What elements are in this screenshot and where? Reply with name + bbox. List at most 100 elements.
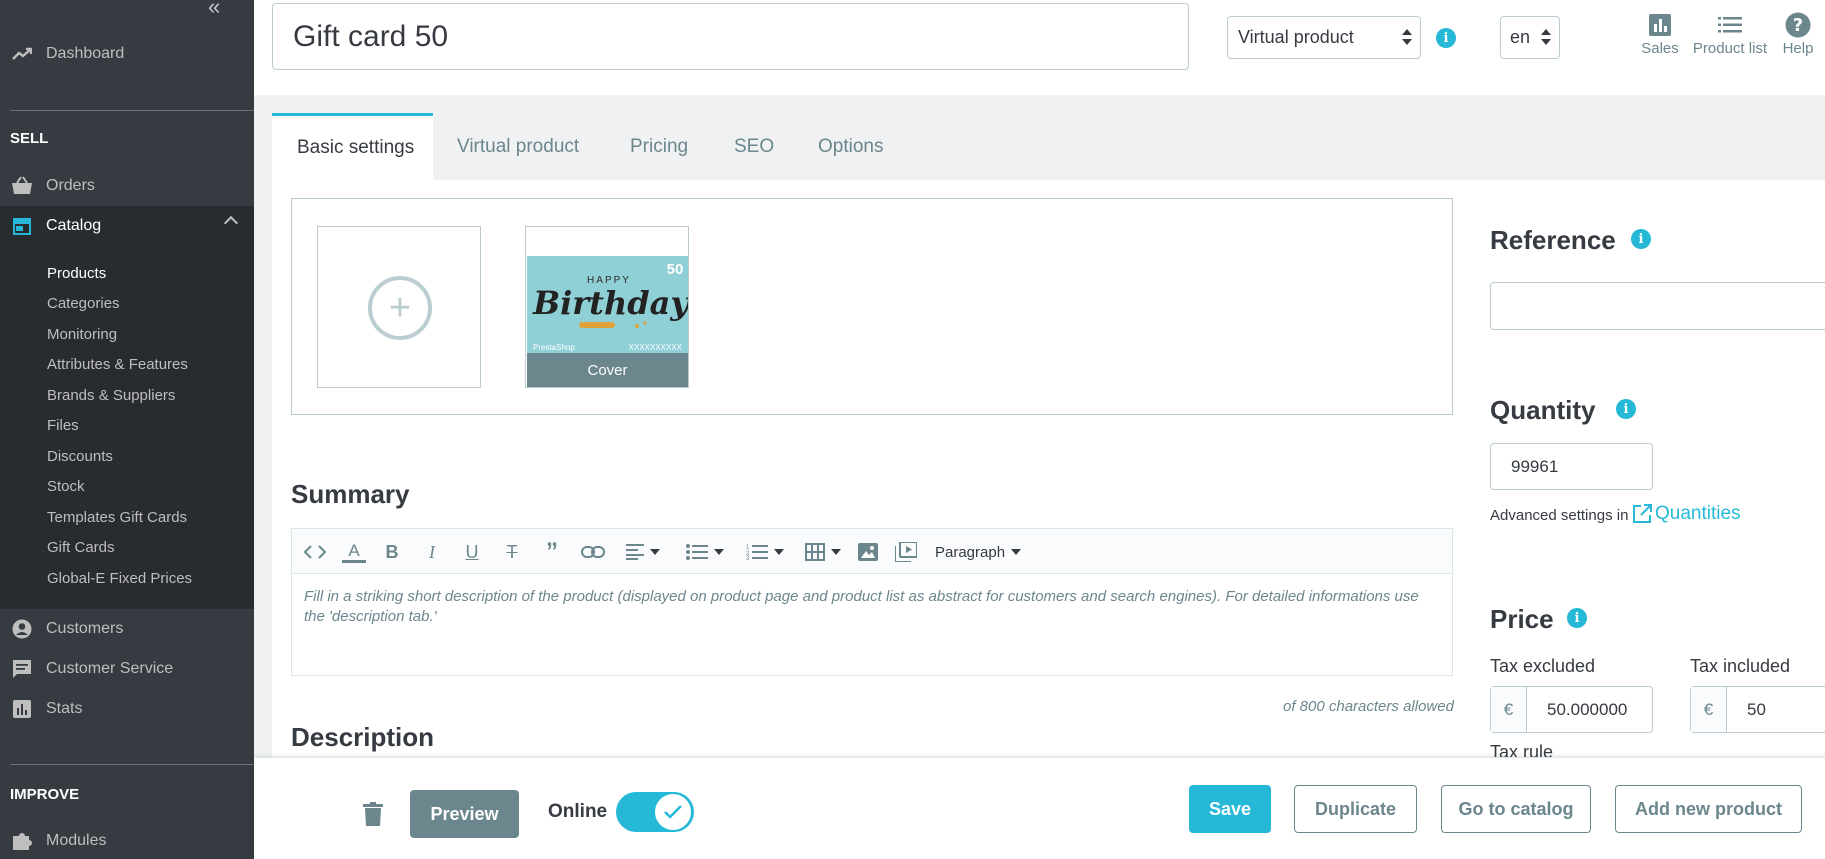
online-toggle[interactable] (616, 792, 694, 832)
submenu-attributes[interactable]: Attributes & Features (47, 356, 188, 373)
sidebar-item-customers[interactable]: Customers (0, 609, 254, 649)
submenu-global-e-prices[interactable]: Global-E Fixed Prices (47, 570, 192, 587)
format-value: Paragraph (935, 543, 1006, 561)
language-select[interactable]: en (1500, 16, 1560, 59)
language-value: en (1510, 27, 1531, 47)
submenu-brands[interactable]: Brands & Suppliers (47, 387, 175, 404)
card-code: XXXXXXXXXX (629, 343, 683, 352)
delete-icon[interactable] (363, 802, 383, 831)
add-image-button[interactable]: + (317, 226, 481, 388)
char-count: of 800 characters allowed (1283, 698, 1454, 715)
submenu-gift-cards[interactable]: Gift Cards (47, 539, 115, 556)
sidebar-item-modules[interactable]: Modules (0, 821, 254, 859)
quantity-title: Quantity (1490, 395, 1596, 425)
product-name-input[interactable]: Gift card 50 (272, 3, 1189, 70)
video-icon[interactable] (895, 541, 917, 563)
strikethrough-icon[interactable]: T (502, 541, 522, 563)
submenu-templates-gift-cards[interactable]: Templates Gift Cards (47, 509, 187, 526)
card-birthday: Birthday (532, 284, 688, 322)
improve-heading: IMPROVE (10, 786, 80, 803)
sidebar-item-stats[interactable]: Stats (0, 689, 254, 729)
card-value: 50 (667, 261, 684, 278)
submenu-discounts[interactable]: Discounts (47, 448, 113, 465)
summary-editor[interactable]: A B I U T ” 123 Paragraph Fill in a stri… (291, 528, 1453, 676)
cover-image[interactable]: 50 HAPPY Birthday PrestaShop XXXXXXXXXX … (525, 226, 689, 388)
sidebar-item-dashboard[interactable]: Dashboard (0, 34, 254, 74)
underline-icon[interactable]: U (462, 541, 482, 563)
sidebar-divider (10, 110, 254, 111)
quote-icon[interactable]: ” (542, 538, 562, 565)
tab-seo[interactable]: SEO (734, 113, 774, 180)
reference-title: Reference (1490, 225, 1616, 255)
table-icon[interactable] (803, 541, 843, 563)
image-icon[interactable] (857, 541, 879, 563)
submenu-products[interactable]: Products (47, 265, 106, 282)
price-tax-included-input[interactable]: € 50 (1690, 686, 1825, 733)
help-label: Help (1782, 40, 1814, 57)
paragraph-format-select[interactable]: Paragraph (935, 541, 1022, 563)
preview-button[interactable]: Preview (410, 790, 519, 838)
bullet-list-icon[interactable] (683, 541, 727, 563)
sidebar-item-label: Customers (46, 620, 124, 637)
submenu-stock[interactable]: Stock (47, 478, 85, 495)
cover-label: Cover (527, 353, 688, 387)
sidebar-item-label: Stats (46, 700, 83, 717)
sidebar-item-label: Dashboard (46, 45, 125, 62)
tab-pricing[interactable]: Pricing (630, 113, 688, 180)
sidebar-item-catalog[interactable]: Catalog (0, 206, 254, 246)
price-tax-included-value: 50 (1747, 699, 1766, 719)
info-icon[interactable]: i (1631, 229, 1651, 249)
catalog-submenu: Products Categories Monitoring Attribute… (0, 246, 254, 609)
description-title: Description (291, 722, 435, 752)
online-label: Online (548, 801, 608, 822)
quantities-link[interactable]: Quantities (1632, 503, 1741, 525)
text-color-icon[interactable]: A (342, 541, 366, 563)
editor-toolbar: A B I U T ” 123 Paragraph (292, 529, 1452, 574)
tab-virtual-product[interactable]: Virtual product (457, 113, 579, 180)
basket-icon (10, 174, 34, 198)
tab-basic-settings[interactable]: Basic settings (272, 113, 433, 180)
collapse-sidebar-icon[interactable]: « (208, 0, 220, 20)
bold-icon[interactable]: B (382, 541, 402, 563)
price-title: Price (1490, 604, 1554, 634)
advanced-settings-text: Advanced settings in (1490, 507, 1629, 524)
sidebar-item-orders[interactable]: Orders (0, 166, 254, 206)
add-new-product-button[interactable]: Add new product (1615, 785, 1802, 833)
tax-excluded-label: Tax excluded (1490, 656, 1596, 676)
tab-options[interactable]: Options (818, 113, 883, 180)
help-button[interactable]: ? Help (1778, 10, 1818, 57)
submenu-files[interactable]: Files (47, 417, 79, 434)
reference-input[interactable] (1490, 282, 1825, 330)
euro-addon: € (1691, 687, 1727, 732)
store-icon (10, 214, 34, 238)
sidebar-item-label: Customer Service (46, 660, 174, 677)
sidebar-item-customer-service[interactable]: Customer Service (0, 649, 254, 689)
submenu-monitoring[interactable]: Monitoring (47, 326, 117, 343)
info-icon[interactable]: i (1567, 608, 1587, 628)
code-view-icon[interactable] (304, 541, 326, 563)
italic-icon[interactable]: I (422, 541, 442, 563)
quantities-link-label: Quantities (1655, 503, 1741, 524)
help-icon: ? (1778, 10, 1818, 40)
svg-text:3: 3 (746, 556, 750, 560)
info-icon[interactable]: i (1616, 399, 1636, 419)
bar-chart-icon (1637, 10, 1683, 40)
euro-addon: € (1491, 687, 1527, 732)
svg-text:A: A (348, 541, 360, 560)
quantity-input[interactable]: 99961 (1490, 443, 1653, 490)
go-to-catalog-button[interactable]: Go to catalog (1441, 785, 1591, 833)
align-left-icon[interactable] (625, 541, 661, 563)
submenu-categories[interactable]: Categories (47, 295, 120, 312)
product-list-button[interactable]: Product list (1688, 10, 1772, 57)
tax-included-label: Tax included (1690, 656, 1791, 676)
sales-button[interactable]: Sales (1637, 10, 1683, 57)
sidebar: « Dashboard SELL Orders Catalog Products… (0, 0, 254, 859)
duplicate-button[interactable]: Duplicate (1294, 785, 1417, 833)
product-type-select[interactable]: Virtual product (1227, 16, 1421, 59)
product-type-value: Virtual product (1238, 27, 1354, 47)
link-icon[interactable] (581, 541, 605, 563)
save-button[interactable]: Save (1189, 785, 1271, 833)
info-icon[interactable]: i (1436, 28, 1456, 48)
numbered-list-icon[interactable]: 123 (743, 541, 787, 563)
price-tax-excluded-input[interactable]: € 50.000000 (1490, 686, 1653, 733)
